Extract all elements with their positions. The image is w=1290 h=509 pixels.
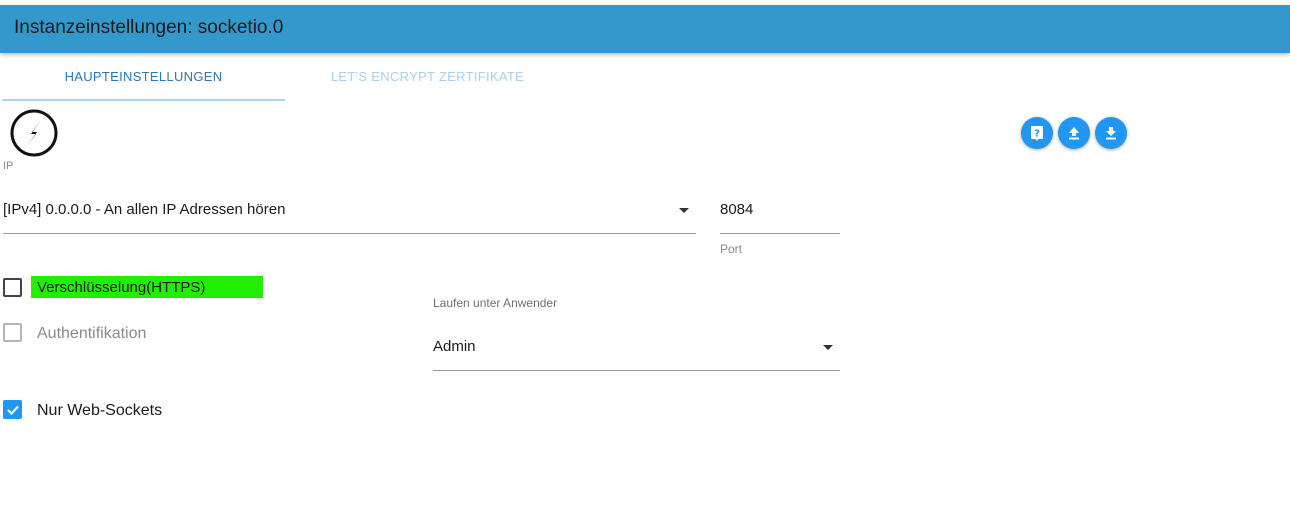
ip-label: IP bbox=[3, 160, 14, 172]
upload-icon bbox=[1069, 127, 1079, 140]
run-as-user-value: Admin bbox=[433, 338, 476, 355]
upload-button[interactable] bbox=[1058, 117, 1090, 149]
tab-main-settings[interactable]: HAUPTEINSTELLUNGEN bbox=[2, 54, 285, 100]
auth-label: Authentifikation bbox=[37, 325, 147, 342]
socketio-logo-icon bbox=[10, 109, 58, 157]
auth-checkbox[interactable] bbox=[3, 323, 22, 342]
window-title: Instanzeinstellungen: socketio.0 bbox=[14, 17, 284, 38]
help-button[interactable]: ? bbox=[1021, 117, 1053, 149]
port-value: 8084 bbox=[720, 201, 754, 218]
ip-select-value: [IPv4] 0.0.0.0 - An allen IP Adressen hö… bbox=[3, 201, 286, 218]
help-icon: ? bbox=[1031, 126, 1043, 141]
tab-active-indicator bbox=[2, 99, 285, 101]
https-label: Verschlüsselung(HTTPS) bbox=[31, 276, 263, 298]
websockets-label: Nur Web-Sockets bbox=[37, 402, 163, 419]
tab-letsencrypt[interactable]: LET'S ENCRYPT ZERTIFIKATE bbox=[286, 54, 569, 100]
https-checkbox[interactable] bbox=[3, 278, 22, 297]
websockets-checkbox[interactable] bbox=[3, 400, 22, 419]
chevron-down-icon bbox=[679, 208, 689, 213]
run-as-user-select[interactable]: Admin bbox=[433, 326, 840, 371]
ip-select[interactable]: [IPv4] 0.0.0.0 - An allen IP Adressen hö… bbox=[3, 190, 696, 234]
run-as-user-label: Laufen unter Anwender bbox=[433, 296, 558, 310]
port-input[interactable]: 8084 bbox=[720, 190, 840, 234]
title-bar: Instanzeinstellungen: socketio.0 bbox=[0, 5, 1290, 53]
download-button[interactable] bbox=[1095, 117, 1127, 149]
chevron-down-icon bbox=[823, 345, 833, 350]
download-icon bbox=[1106, 127, 1116, 140]
svg-text:?: ? bbox=[1034, 129, 1040, 140]
check-icon bbox=[7, 405, 19, 416]
port-label: Port bbox=[720, 242, 743, 256]
